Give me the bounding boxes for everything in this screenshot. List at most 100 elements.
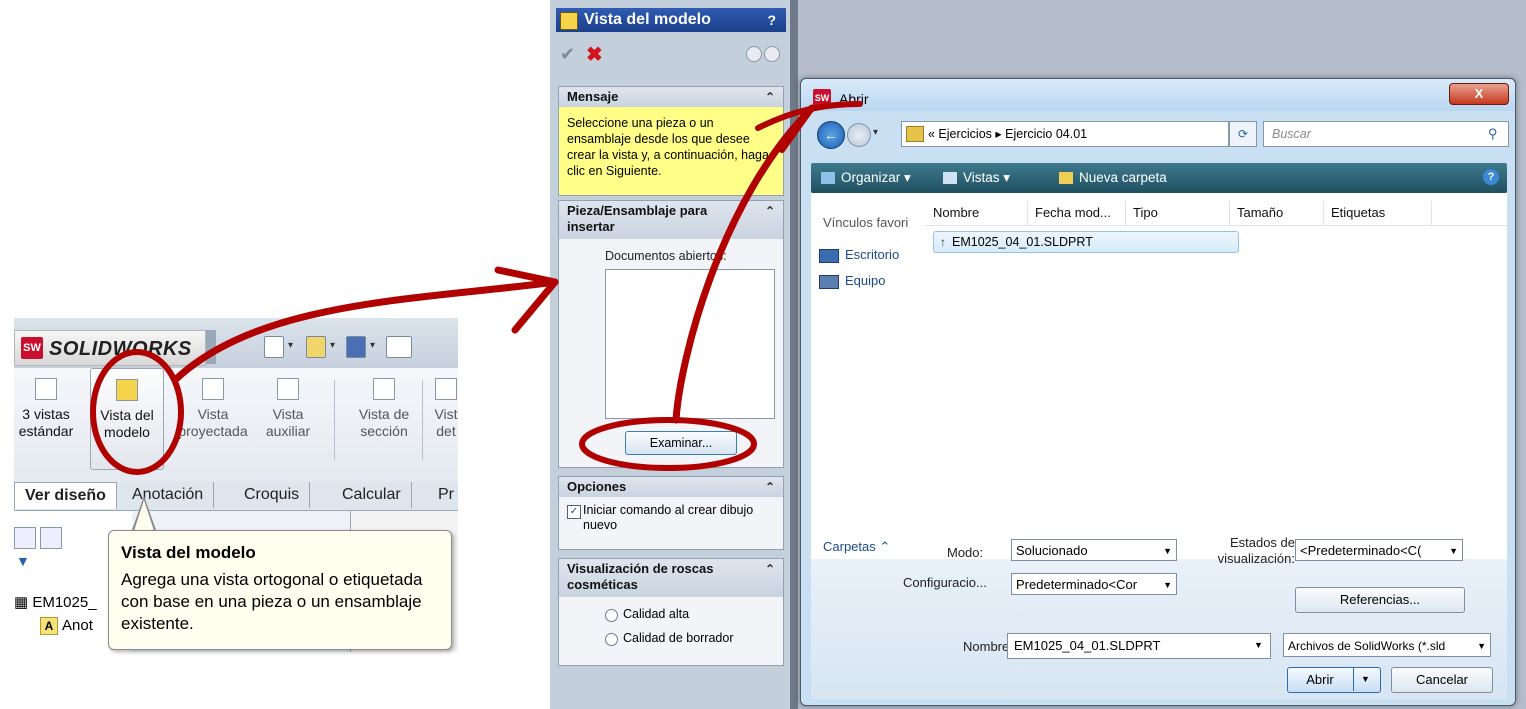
tooltip-description: Agrega una vista ortogonal o etiquetada … <box>121 570 423 633</box>
column-separator[interactable] <box>1229 201 1230 225</box>
menu-expander[interactable] <box>206 330 216 364</box>
views-button[interactable]: Vistas ▾ <box>943 170 1010 186</box>
command-manager: 3 vistas estándar Vista del modelo Vista… <box>14 368 458 483</box>
new-document-icon[interactable] <box>264 336 284 358</box>
feature-manager-icon[interactable] <box>14 527 36 549</box>
projected-view-button[interactable]: Vista proyectada <box>172 378 254 440</box>
column-name[interactable]: Nombre <box>933 205 979 220</box>
new-folder-label: Nueva carpeta <box>1079 170 1167 185</box>
column-separator[interactable] <box>1027 201 1028 225</box>
filter-icon[interactable]: ▼ <box>16 553 30 569</box>
chevron-down-icon: ▼ <box>1163 580 1172 590</box>
tree-item-drawing[interactable]: ▦ EM1025_ <box>14 593 97 611</box>
folders-toggle[interactable]: Carpetas ⌃ <box>811 533 926 559</box>
open-dropdown-icon[interactable]: ▼ <box>1361 667 1370 691</box>
pane-splitter[interactable] <box>790 0 798 709</box>
section-view-button[interactable]: Vista de sección <box>346 378 422 440</box>
views-icon <box>943 172 957 185</box>
high-quality-radio[interactable] <box>605 609 618 622</box>
chevron-down-icon[interactable]: ▼ <box>1254 640 1263 650</box>
three-standard-views-button[interactable]: 3 vistas estándar <box>14 378 86 440</box>
draft-quality-label: Calidad de borrador <box>623 631 734 645</box>
breadcrumb[interactable]: « Ejercicios ▸ Ejercicio 04.01 <box>928 126 1087 141</box>
back-button[interactable]: ← <box>817 121 845 149</box>
ok-check-icon[interactable]: ✔ <box>560 44 575 65</box>
tab-pr[interactable]: Pr <box>428 482 458 508</box>
cancel-button[interactable]: Cancelar <box>1391 667 1493 693</box>
file-row[interactable]: ↑ EM1025_04_01.SLDPRT <box>933 231 1239 253</box>
column-separator[interactable] <box>1323 201 1324 225</box>
cosmetic-threads-section: Visualización de roscas cosméticas ⌃ Cal… <box>558 558 784 666</box>
part-assembly-header[interactable]: Pieza/Ensamblaje para insertar ⌃ <box>559 201 783 239</box>
save-dropdown-icon[interactable]: ▾ <box>370 340 375 351</box>
collapse-chevron-icon[interactable]: ⌃ <box>765 559 775 579</box>
draft-quality-radio[interactable] <box>605 633 618 646</box>
references-button[interactable]: Referencias... <box>1295 587 1465 613</box>
filename-label: Nombre: <box>963 639 1013 654</box>
open-folder-icon[interactable] <box>306 336 326 358</box>
next-arrow-icon[interactable] <box>764 46 780 62</box>
print-icon[interactable] <box>386 336 412 358</box>
message-text: Seleccione una pieza o un ensamblaje des… <box>559 107 783 195</box>
cosmetic-threads-header[interactable]: Visualización de roscas cosméticas ⌃ <box>559 559 783 597</box>
navigation-pane: Vínculos favori Escritorio Equipo <box>811 193 926 533</box>
help-icon[interactable]: ? <box>1483 169 1499 185</box>
display-states-select[interactable]: <Predeterminado<C(▼ <box>1295 539 1463 561</box>
start-command-checkbox[interactable]: ✓ <box>567 505 581 519</box>
column-separator[interactable] <box>1431 201 1432 225</box>
new-dropdown-icon[interactable]: ▾ <box>288 340 293 351</box>
save-icon[interactable] <box>346 336 366 358</box>
collapse-chevron-icon[interactable]: ⌃ <box>765 477 775 497</box>
column-date[interactable]: Fecha mod... <box>1035 205 1111 220</box>
browse-button[interactable]: Examinar... <box>625 431 737 455</box>
filename-value: EM1025_04_01.SLDPRT <box>1014 638 1161 653</box>
auxiliary-view-button[interactable]: Vista auxiliar <box>258 378 318 440</box>
filename-input[interactable]: EM1025_04_01.SLDPRT ▼ <box>1007 633 1271 659</box>
refresh-button[interactable]: ⟳ <box>1229 121 1257 147</box>
open-dropdown-icon[interactable]: ▾ <box>330 340 335 351</box>
column-separator[interactable] <box>1125 201 1126 225</box>
search-input[interactable]: Buscar ⚲ <box>1263 121 1509 147</box>
views-label: Vistas ▾ <box>963 170 1011 185</box>
tree-tools <box>14 527 84 549</box>
options-header[interactable]: Opciones ⌃ <box>559 477 783 497</box>
tab-ver-diseno[interactable]: Ver diseño <box>14 482 117 509</box>
detail-view-button[interactable]: Vist det <box>426 378 458 440</box>
column-type[interactable]: Tipo <box>1133 205 1158 220</box>
tab-croquis[interactable]: Croquis <box>234 482 311 508</box>
search-icon[interactable]: ⚲ <box>1488 126 1498 142</box>
open-documents-list[interactable] <box>605 269 775 419</box>
close-button[interactable]: X <box>1449 83 1509 105</box>
nav-item-computer[interactable]: Equipo <box>845 273 885 288</box>
address-bar[interactable]: « Ejercicios ▸ Ejercicio 04.01 ▾ <box>901 121 1311 147</box>
column-tags[interactable]: Etiquetas <box>1331 205 1385 220</box>
mode-select[interactable]: Solucionado ▼ <box>1011 539 1177 561</box>
new-folder-button[interactable]: Nueva carpeta <box>1059 170 1167 185</box>
chevron-down-icon: ▼ <box>1163 546 1172 556</box>
message-header[interactable]: Mensaje ⌃ <box>559 87 783 107</box>
cancel-x-icon[interactable]: ✖ <box>586 42 603 67</box>
collapse-chevron-icon[interactable]: ⌃ <box>765 87 775 107</box>
section-title: Visualización de roscas cosméticas <box>567 561 714 592</box>
arrow-head-manager <box>494 266 559 334</box>
sw-logo[interactable]: SW SOLIDWORKS <box>14 330 206 366</box>
tree-item-annotations[interactable]: A Anot <box>40 617 93 635</box>
configuration-value: Predeterminado<Cor <box>1016 577 1138 592</box>
nav-item-desktop[interactable]: Escritorio <box>845 247 899 262</box>
configuration-select[interactable]: Predeterminado<Cor ▼ <box>1011 573 1177 595</box>
help-button[interactable]: ? <box>732 8 786 32</box>
file-name: EM1025_04_01.SLDPRT <box>952 235 1093 249</box>
column-size[interactable]: Tamaño <box>1237 205 1283 220</box>
model-view-button[interactable]: Vista del modelo <box>90 368 164 470</box>
forward-button[interactable] <box>847 123 871 147</box>
collapse-chevron-icon[interactable]: ⌃ <box>765 201 775 221</box>
property-manager-icon[interactable] <box>40 527 62 549</box>
dialog-title-bar[interactable]: SW Abrir X <box>801 79 1515 111</box>
tree-item-label: Anot <box>62 617 93 634</box>
tab-calcular[interactable]: Calcular <box>332 482 412 508</box>
history-dropdown-icon[interactable]: ▾ <box>873 127 878 138</box>
dialog-toolbar: Organizar ▾ Vistas ▾ Nueva carpeta ? <box>811 163 1507 193</box>
back-arrow-icon[interactable] <box>746 46 762 62</box>
organize-button[interactable]: Organizar ▾ <box>821 170 911 186</box>
file-type-select[interactable]: Archivos de SolidWorks (*.sld ▼ <box>1283 633 1491 657</box>
